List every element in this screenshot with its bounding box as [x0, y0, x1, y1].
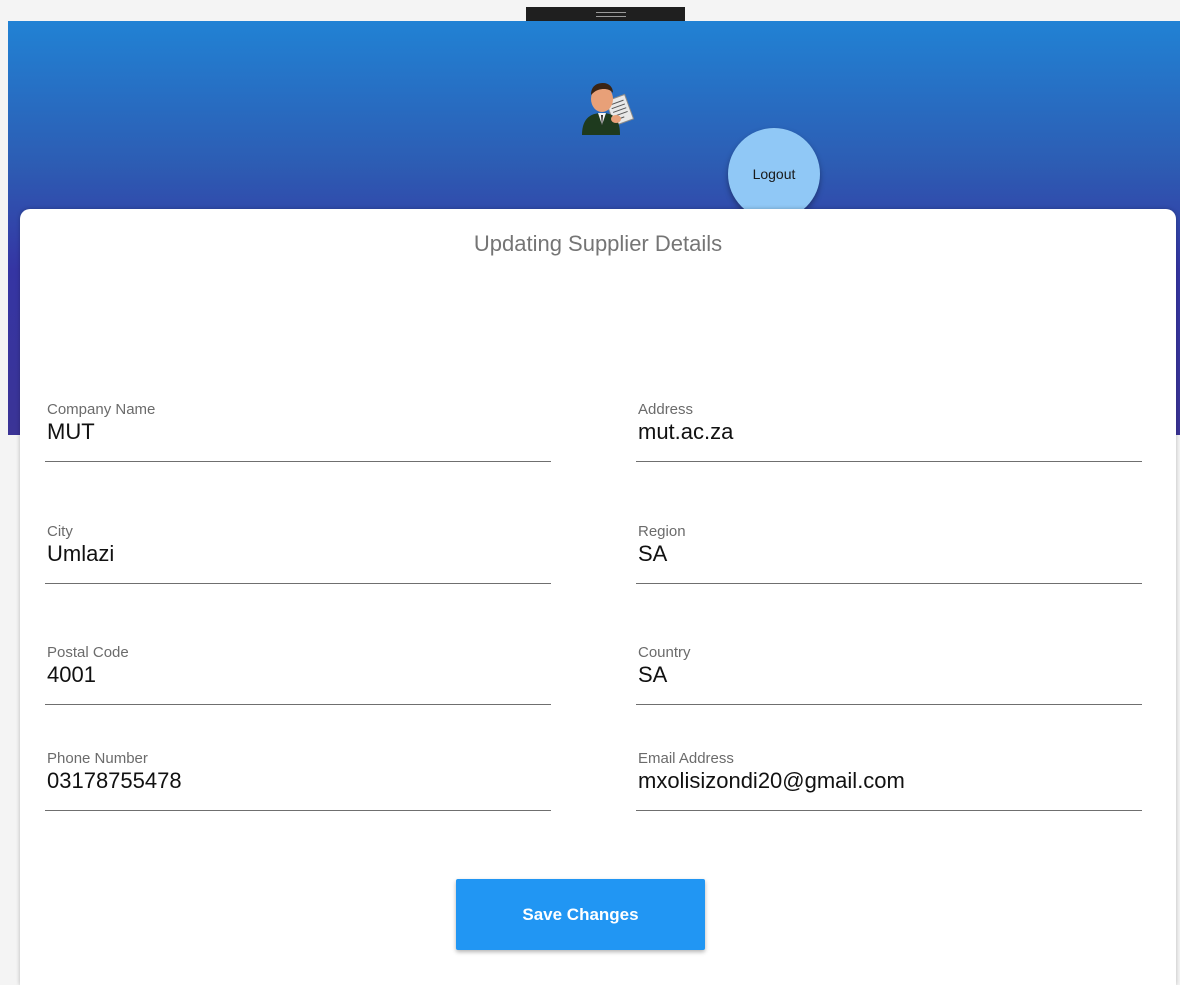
country-input[interactable] — [636, 660, 1140, 690]
company-name-field: Company Name — [45, 401, 551, 462]
email-address-field: Email Address — [636, 750, 1142, 811]
country-label: Country — [638, 644, 691, 661]
address-input[interactable] — [636, 417, 1140, 447]
address-label: Address — [638, 401, 694, 418]
save-changes-button[interactable]: Save Changes — [456, 879, 705, 950]
window-drag-handle[interactable] — [526, 7, 685, 21]
businessman-avatar-icon — [582, 83, 635, 135]
email-address-input[interactable] — [636, 766, 1140, 796]
grip-lines — [596, 12, 626, 17]
city-label: City — [47, 523, 73, 540]
city-field: City — [45, 523, 551, 584]
company-name-input[interactable] — [45, 417, 549, 447]
address-field: Address — [636, 401, 1142, 462]
form-title: Updating Supplier Details — [473, 231, 723, 256]
postal-code-label: Postal Code — [47, 644, 129, 661]
phone-number-input[interactable] — [45, 766, 549, 796]
company-name-label: Company Name — [47, 401, 156, 418]
logout-button[interactable]: Logout — [728, 128, 820, 220]
region-label: Region — [638, 523, 686, 540]
region-field: Region — [636, 523, 1142, 584]
region-input[interactable] — [636, 539, 1140, 569]
city-input[interactable] — [45, 539, 549, 569]
email-address-label: Email Address — [638, 750, 734, 767]
supplier-form-card: Updating Supplier Details Company Name A… — [20, 209, 1176, 985]
phone-number-field: Phone Number — [45, 750, 551, 811]
phone-number-label: Phone Number — [47, 750, 148, 767]
postal-code-field: Postal Code — [45, 644, 551, 705]
postal-code-input[interactable] — [45, 660, 549, 690]
country-field: Country — [636, 644, 1142, 705]
app-window: Logout Updating Supplier Details Company… — [0, 0, 1180, 985]
